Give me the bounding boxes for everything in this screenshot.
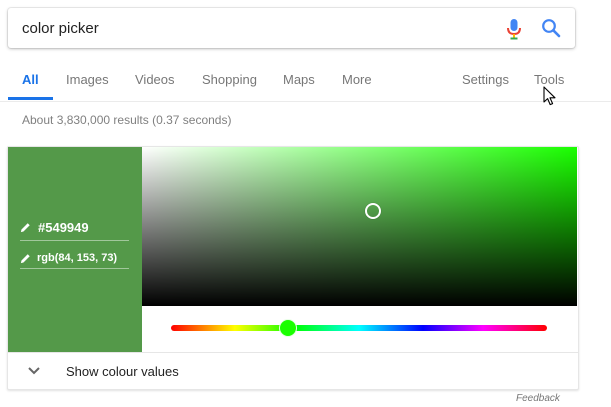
pencil-icon: [20, 223, 30, 233]
rgb-value: rgb(84, 153, 73): [37, 252, 118, 264]
saturation-handle[interactable]: [364, 202, 381, 219]
color-picker-widget: #549949 rgb(84, 153, 73) Show colour val…: [7, 146, 579, 390]
show-colour-values-label: Show colour values: [66, 364, 179, 379]
tab-images[interactable]: Images: [66, 72, 109, 87]
hex-value: #549949: [38, 220, 89, 235]
show-colour-values-toggle[interactable]: Show colour values: [8, 352, 578, 390]
search-bar: [8, 8, 575, 48]
tab-videos[interactable]: Videos: [135, 72, 175, 87]
saturation-value-area[interactable]: [142, 147, 577, 306]
hue-slider[interactable]: [171, 325, 547, 331]
mic-icon[interactable]: [506, 18, 522, 40]
feedback-link[interactable]: Feedback: [516, 393, 560, 404]
pencil-icon: [20, 254, 30, 264]
tab-maps[interactable]: Maps: [283, 72, 315, 87]
active-tab-indicator: [8, 97, 53, 100]
search-icon[interactable]: [541, 18, 561, 38]
rgb-value-field[interactable]: rgb(84, 153, 73): [20, 250, 129, 269]
tab-more[interactable]: More: [342, 72, 372, 87]
search-tabs: All Images Videos Shopping Maps More Set…: [0, 60, 611, 102]
tab-all[interactable]: All: [22, 72, 39, 87]
tab-shopping[interactable]: Shopping: [202, 72, 257, 87]
result-stats: About 3,830,000 results (0.37 seconds): [22, 113, 232, 127]
color-swatch: #549949 rgb(84, 153, 73): [8, 147, 142, 352]
tab-settings[interactable]: Settings: [462, 72, 509, 87]
search-input[interactable]: [22, 18, 492, 38]
chevron-down-icon: [28, 367, 40, 375]
hex-value-field[interactable]: #549949: [20, 218, 129, 241]
tab-tools[interactable]: Tools: [534, 72, 564, 87]
hue-slider-handle[interactable]: [278, 319, 297, 337]
